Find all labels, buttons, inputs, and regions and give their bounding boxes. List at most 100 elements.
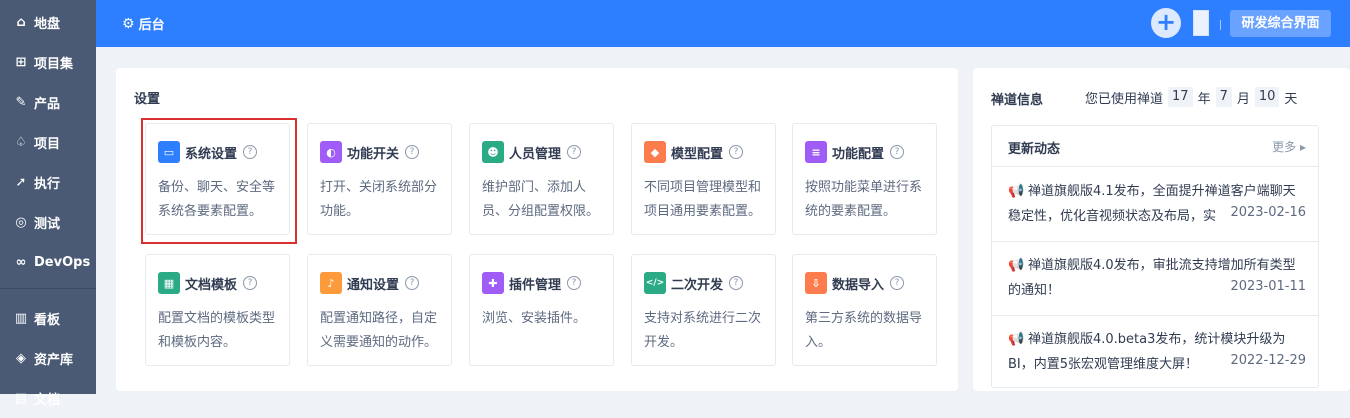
- card-header: ◐ 功能开关?: [320, 141, 420, 163]
- card-title: 功能开关: [347, 146, 400, 162]
- help-icon[interactable]: ?: [890, 276, 905, 290]
- sidebar-item-label: 产品: [34, 96, 61, 112]
- divider: [1220, 20, 1221, 30]
- sidebar: ⌂ 地盘 ⊞ 项目集 ✎ 产品 ♤ 项目 ➚ 执行 ◎ 测试 ∞ DevOps ▥ 看板 ◈ 资产…: [0, 0, 96, 408]
- sidebar-item-kanban[interactable]: ▥ 看板: [0, 298, 96, 338]
- help-icon[interactable]: ?: [405, 145, 420, 159]
- sidebar-item-project[interactable]: ♤ 项目: [0, 122, 96, 162]
- sidebar-item-program[interactable]: ⊞ 项目集: [0, 42, 96, 82]
- card-header: </> 二次开发?: [644, 272, 744, 294]
- sidebar-item-label: 项目: [34, 136, 61, 152]
- megaphone-icon: 📢: [1008, 332, 1025, 347]
- card-title: 通知设置: [347, 277, 400, 293]
- section-title: 设置: [134, 92, 161, 107]
- megaphone-icon: 📢: [1008, 184, 1025, 199]
- sidebar-item-label: 执行: [34, 176, 61, 192]
- sidebar-item-label: 看板: [34, 312, 61, 328]
- settings-card[interactable]: ♪ 通知设置? 配置通知路径，自定义需要通知的动作。: [307, 254, 452, 366]
- doc-icon: ▤: [14, 390, 28, 406]
- card-header: ◆ 模型配置?: [644, 141, 744, 163]
- breadcrumb[interactable]: ⚙ 后台: [122, 14, 165, 34]
- infinity-icon: ∞: [15, 254, 27, 270]
- sidebar-item-label: 文档: [34, 392, 61, 408]
- news-item[interactable]: 📢 禅道旗舰版4.0发布，审批流支持增加所有类型的通知！ 2023-01-11: [992, 241, 1318, 316]
- card-title: 二次开发: [671, 277, 724, 293]
- news-item[interactable]: 📢 禅道旗舰版4.1发布，全面提升禅道客户端聊天稳定性，优化音视频状态及布局，实 …: [992, 167, 1318, 242]
- settings-card[interactable]: ☻ 人员管理? 维护部门、添加人员、分组配置权限。: [469, 123, 614, 235]
- settings-card[interactable]: ◆ 模型配置? 不同项目管理模型和项目通用要素配置。: [631, 123, 776, 235]
- card-title: 模型配置: [671, 146, 724, 162]
- cube-icon: ◆: [644, 141, 666, 163]
- card-header: ♪ 通知设置?: [320, 272, 420, 294]
- settings-card[interactable]: ≡ 功能配置? 按照功能菜单进行系统的要素配置。: [792, 123, 937, 235]
- news-date: 2023-02-16: [1224, 205, 1306, 220]
- megaphone-icon: 📢: [1008, 258, 1025, 273]
- settings-card[interactable]: ✚ 插件管理? 浏览、安装插件。: [469, 254, 614, 366]
- sidebar-item-label: DevOps: [34, 254, 91, 270]
- sidebar-item-label: 地盘: [34, 16, 61, 32]
- card-description: 按照功能菜单进行系统的要素配置。: [805, 180, 923, 219]
- news-text: 📢 禅道旗舰版4.0.beta3发布，统计模块升级为BI，内置5张宏观管理维度大屏…: [1008, 327, 1308, 377]
- usage-years: 17: [1168, 87, 1193, 107]
- settings-card[interactable]: </> 二次开发? 支持对系统进行二次开发。: [631, 254, 776, 366]
- news-header: 更新动态 更多 ▸: [992, 126, 1318, 167]
- sidebar-item-doc[interactable]: ▤ 文档: [0, 378, 96, 418]
- help-icon[interactable]: ?: [729, 276, 744, 290]
- selection-highlight: [141, 118, 297, 244]
- sidebar-item-label: 资产库: [34, 352, 74, 368]
- sidebar-item-assetlib[interactable]: ◈ 资产库: [0, 338, 96, 378]
- create-button[interactable]: +: [1151, 8, 1181, 38]
- sidebar-divider: [0, 288, 96, 289]
- sidebar-item-devops[interactable]: ∞ DevOps: [0, 242, 96, 282]
- usage-year-unit: 年: [1197, 91, 1211, 107]
- help-icon[interactable]: ?: [729, 145, 744, 159]
- news-text: 📢 禅道旗舰版4.0发布，审批流支持增加所有类型的通知！: [1008, 253, 1308, 303]
- kanban-icon: ▥: [14, 310, 28, 326]
- card-header: ▦ 文档模板?: [158, 272, 258, 294]
- ui-switch-button[interactable]: 研发综合界面: [1230, 10, 1331, 37]
- lightbulb-icon: ✎: [15, 94, 27, 110]
- help-icon[interactable]: ?: [890, 145, 905, 159]
- settings-card[interactable]: ⇩ 数据导入? 第三方系统的数据导入。: [792, 254, 937, 366]
- news-item[interactable]: 📢 禅道旗舰版4.0.beta3发布，统计模块升级为BI，内置5张宏观管理维度大屏…: [992, 315, 1318, 389]
- card-title: 功能配置: [832, 146, 885, 162]
- avatar[interactable]: [1193, 10, 1209, 36]
- help-icon[interactable]: ?: [567, 276, 582, 290]
- usage-month-unit: 月: [1236, 91, 1250, 107]
- card-description: 支持对系统进行二次开发。: [644, 311, 762, 350]
- info-title: 禅道信息: [991, 93, 1044, 108]
- usage-months: 7: [1215, 87, 1232, 107]
- settings-card[interactable]: ▦ 文档模板? 配置文档的模板类型和模板内容。: [145, 254, 290, 366]
- search-icon: ◎: [15, 214, 27, 230]
- card-header: ✚ 插件管理?: [482, 272, 582, 294]
- news-title: 更新动态: [1008, 142, 1061, 157]
- card-description: 维护部门、添加人员、分组配置权限。: [482, 180, 600, 219]
- help-icon[interactable]: ?: [405, 276, 420, 290]
- card-title: 插件管理: [509, 277, 562, 293]
- home-icon: ⌂: [16, 14, 26, 30]
- news-text: 📢 禅道旗舰版4.1发布，全面提升禅道客户端聊天稳定性，优化音视频状态及布局，实: [1008, 179, 1308, 229]
- help-icon[interactable]: ?: [567, 145, 582, 159]
- sidebar-item-label: 测试: [34, 216, 61, 232]
- sliders-icon: ≡: [805, 141, 827, 163]
- sidebar-item-product[interactable]: ✎ 产品: [0, 82, 96, 122]
- sidebar-item-execution[interactable]: ➚ 执行: [0, 162, 96, 202]
- puzzle-icon: ✚: [482, 272, 504, 294]
- news-box: 更新动态 更多 ▸ 📢 禅道旗舰版4.1发布，全面提升禅道客户端聊天稳定性，优化音…: [991, 125, 1319, 388]
- plus-icon: +: [1155, 8, 1177, 36]
- template-icon: ▦: [158, 272, 180, 294]
- card-title: 数据导入: [832, 277, 885, 293]
- diamond-icon: ◈: [16, 350, 26, 366]
- help-icon[interactable]: ?: [243, 276, 258, 290]
- sidebar-item-dashboard[interactable]: ⌂ 地盘: [0, 2, 96, 42]
- top-bar: ⚙ 后台 + 研发综合界面: [96, 0, 1350, 47]
- card-description: 第三方系统的数据导入。: [805, 311, 923, 350]
- more-link[interactable]: 更多 ▸: [1272, 138, 1306, 155]
- sidebar-item-test[interactable]: ◎ 测试: [0, 202, 96, 242]
- users-icon: ☻: [482, 141, 504, 163]
- card-header: ⇩ 数据导入?: [805, 272, 905, 294]
- settings-card[interactable]: ◐ 功能开关? 打开、关闭系统部分功能。: [307, 123, 452, 235]
- rocket-icon: ♤: [15, 134, 27, 150]
- grid-icon: ⊞: [15, 54, 27, 70]
- sidebar-item-label: 项目集: [34, 56, 74, 72]
